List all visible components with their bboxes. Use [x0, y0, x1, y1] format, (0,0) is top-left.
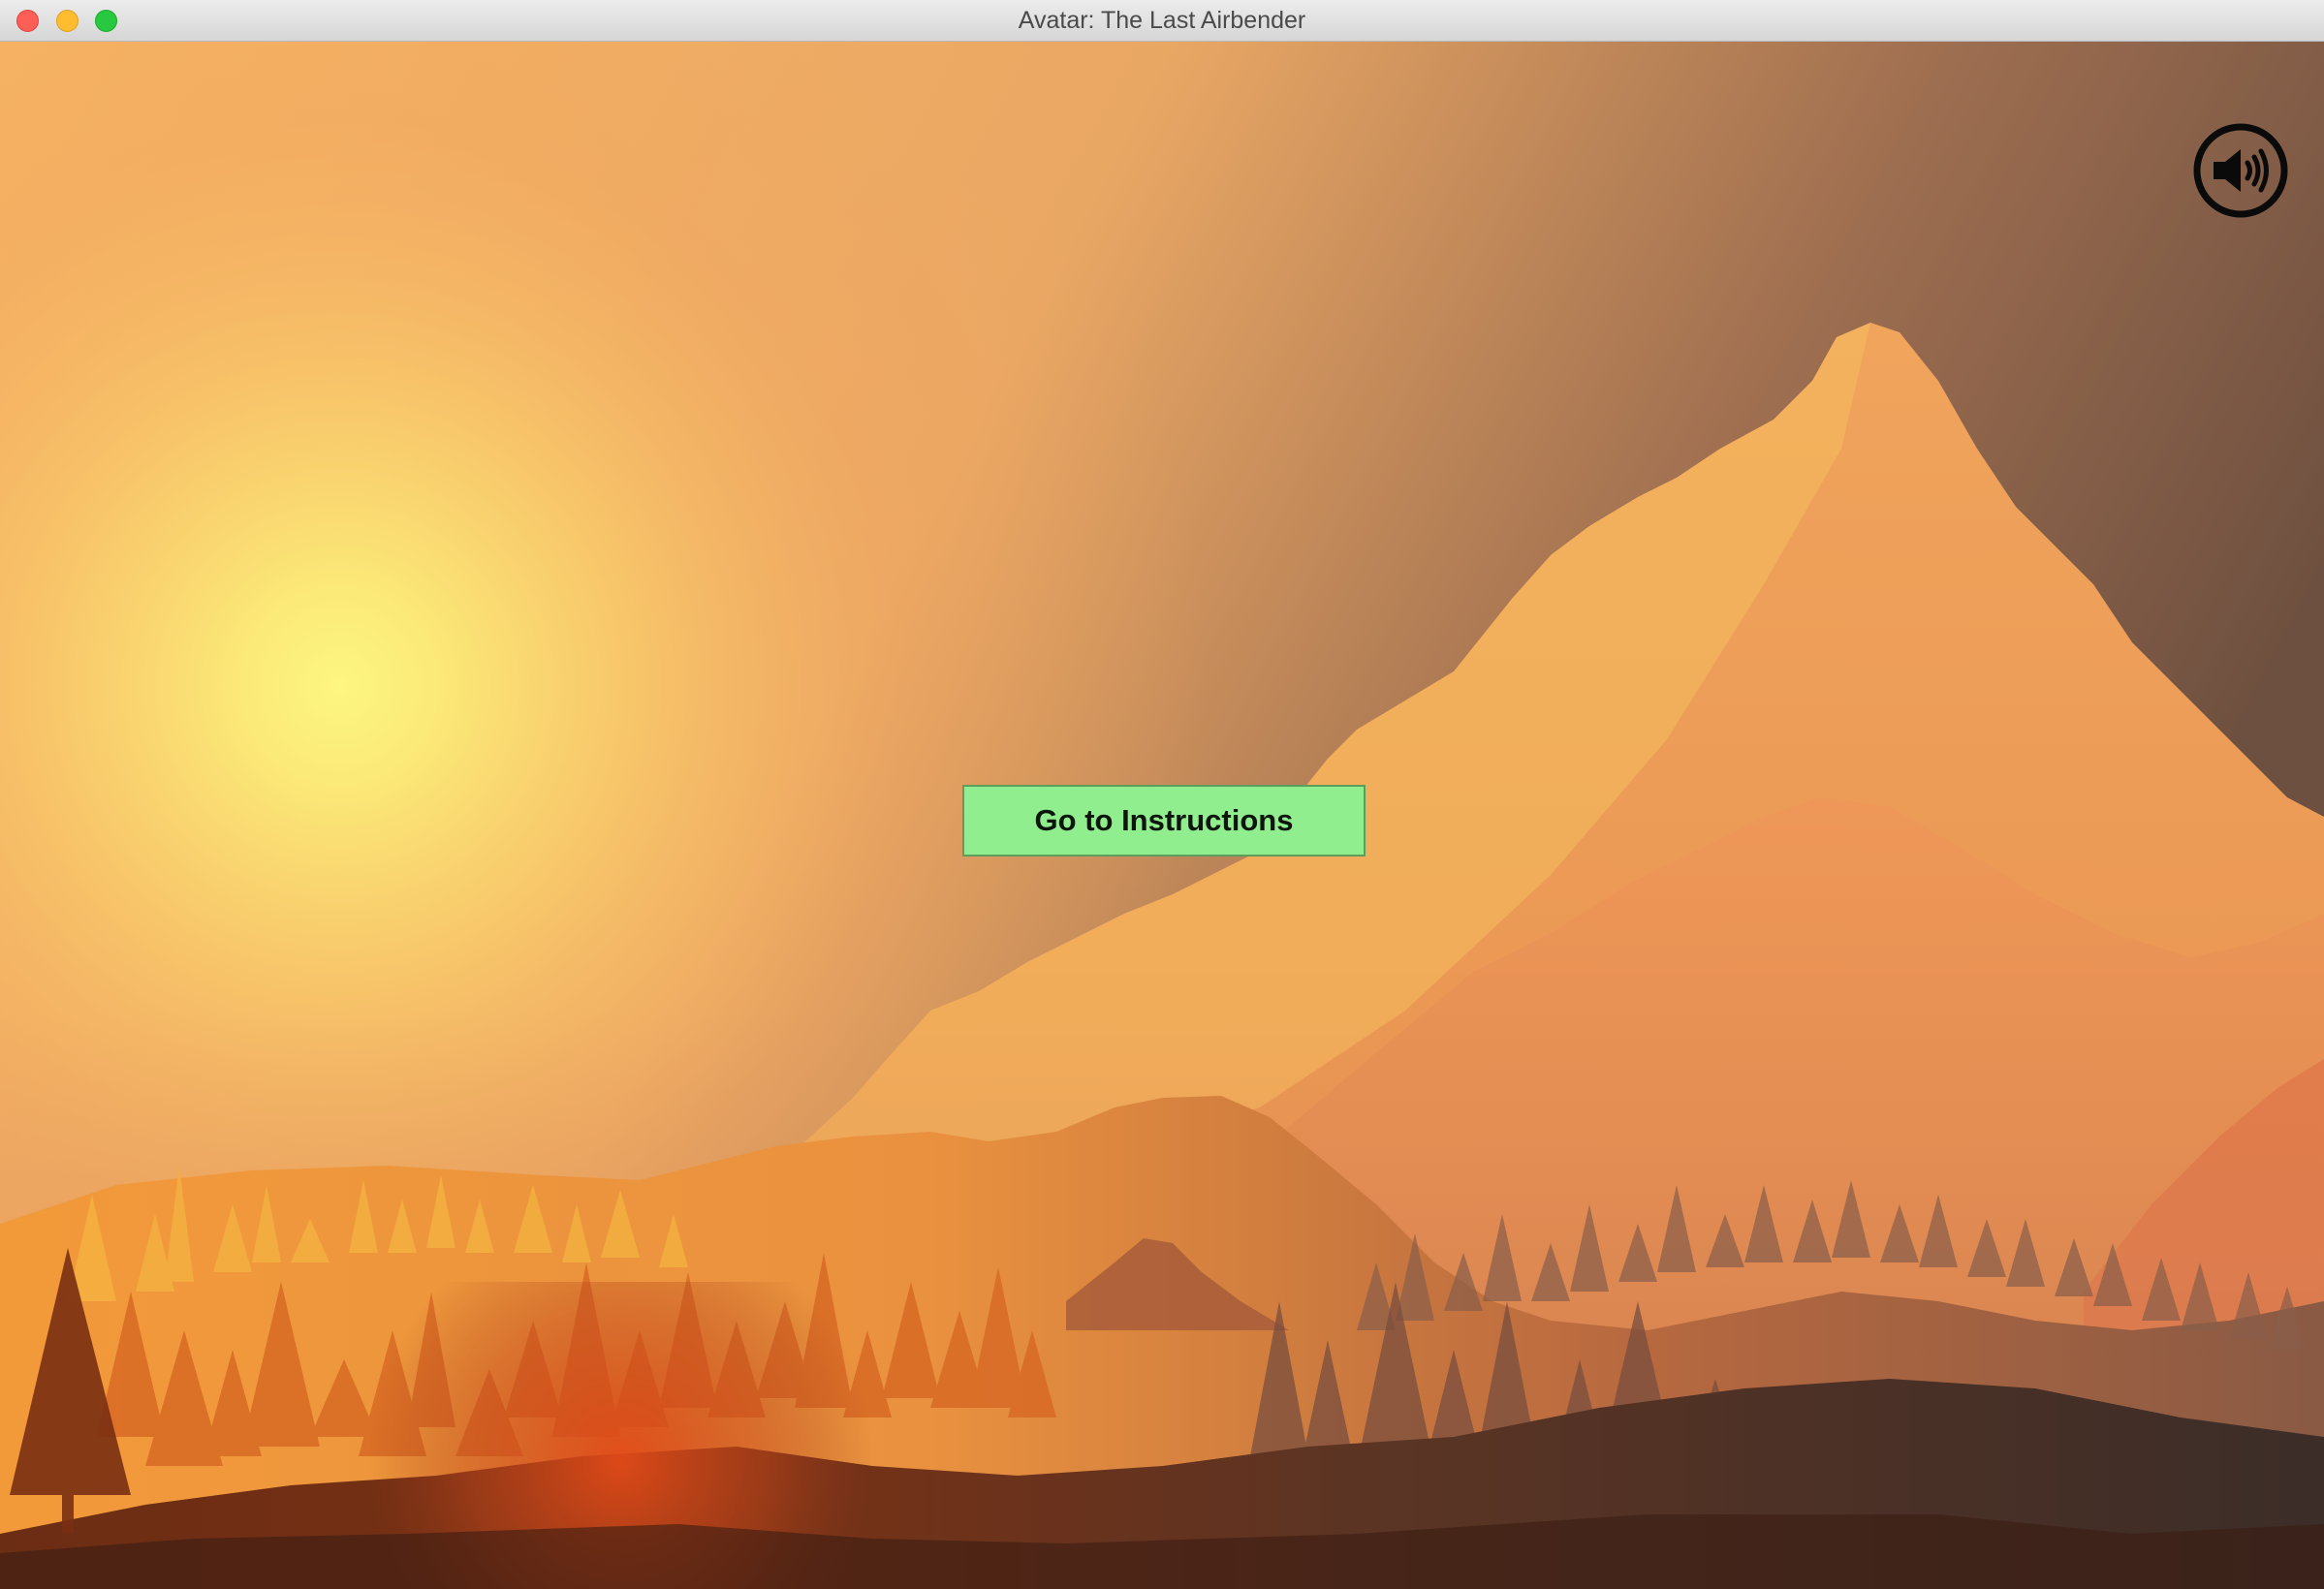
window-title: Avatar: The Last Airbender [1018, 7, 1306, 34]
speaker-volume-icon [2193, 123, 2288, 218]
sound-toggle-button[interactable] [2192, 122, 2289, 219]
go-to-instructions-button[interactable]: Go to Instructions [962, 785, 1366, 857]
title-bar: Avatar: The Last Airbender [0, 0, 2324, 42]
app-window: Avatar: The Last Airbender Go to Instruc… [0, 0, 2324, 1589]
